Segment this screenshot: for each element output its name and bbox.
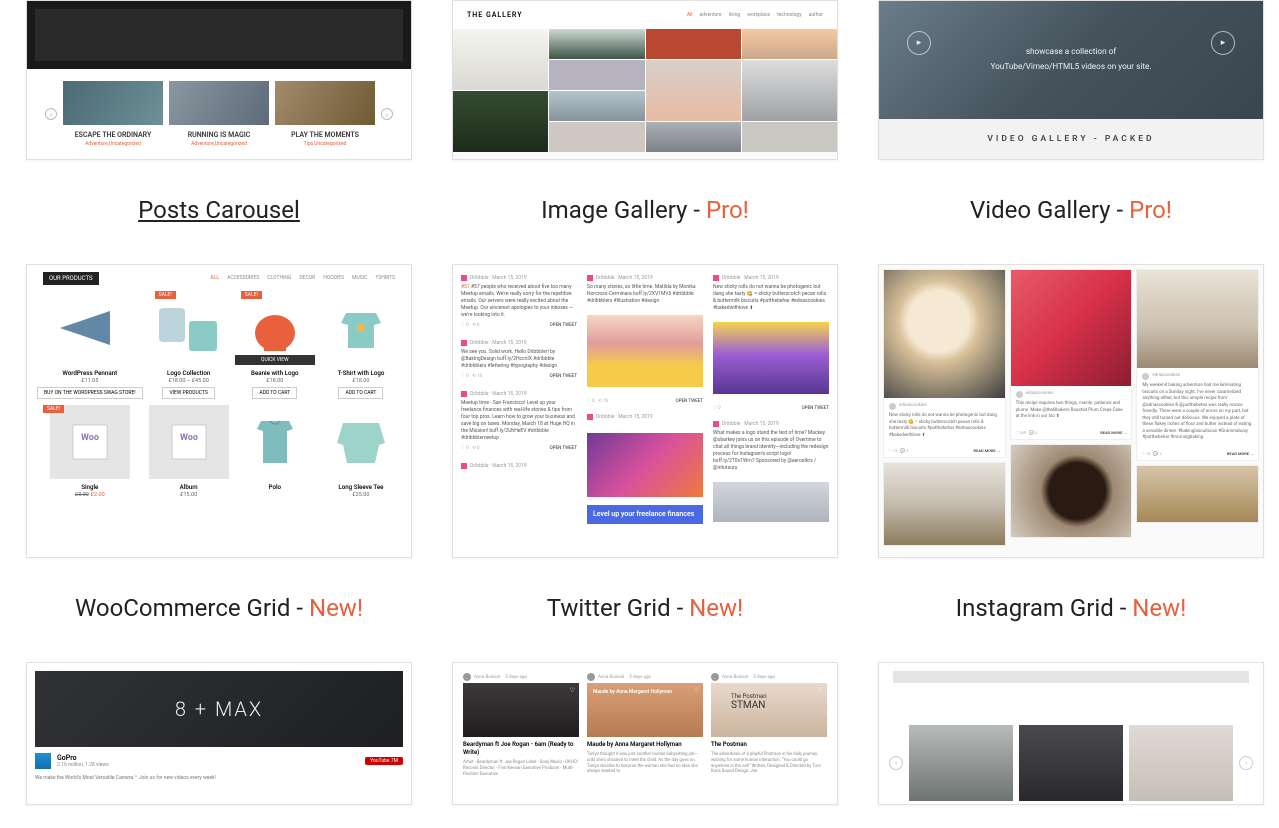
item-title[interactable]: Twitter Grid - New! — [547, 594, 744, 622]
thumb-instagram[interactable]: ednascookiesNew sticky rolls do not wann… — [878, 264, 1264, 558]
thumb-youtube[interactable]: 8 + MAX GoPro2.16 million, 1.28 views Yo… — [26, 662, 412, 805]
grid-item-vimeo: Anna Boissel · 2 days ago♡Beardyman ft J… — [452, 662, 838, 805]
grid-item-posts-carousel: ‹ ESCAPE THE ORDINARY Adventure,Uncatego… — [26, 0, 412, 224]
grid-item-carousel-imgs: ‹ › ● ● ● ● — [878, 662, 1264, 805]
gallery-tabs: Alladventurelivingworkplacetechnologyaut… — [687, 12, 823, 18]
thumb-vimeo[interactable]: Anna Boissel · 2 days ago♡Beardyman ft J… — [452, 662, 838, 805]
card-sub: Adventure,Uncategorized — [191, 141, 247, 147]
grid-item-youtube: 8 + MAX GoPro2.16 million, 1.28 views Yo… — [26, 662, 412, 805]
item-title[interactable]: WooCommerce Grid - New! — [75, 594, 363, 622]
channel-desc: We make the World's Most Versatile Camer… — [27, 771, 411, 785]
grid-item-instagram: ednascookiesNew sticky rolls do not wann… — [878, 264, 1264, 622]
channel-avatar — [35, 753, 51, 769]
template-grid: ‹ ESCAPE THE ORDINARY Adventure,Uncatego… — [26, 0, 1253, 805]
thumb-posts-carousel[interactable]: ‹ ESCAPE THE ORDINARY Adventure,Uncatego… — [26, 0, 412, 160]
item-title[interactable]: Image Gallery - Pro! — [541, 196, 749, 224]
grid-item-image-gallery: THE GALLERY Alladventurelivingworkplacet… — [452, 0, 838, 224]
youtube-banner: 8 + MAX — [35, 671, 403, 747]
thumb-image-gallery[interactable]: THE GALLERY Alladventurelivingworkplacet… — [452, 0, 838, 160]
grid-item-twitter: Dribbble · March 15, 2019#57 #57 people … — [452, 264, 838, 622]
channel-name: GoPro — [57, 754, 109, 762]
video-desc: YouTube/Vimeo/HTML5 videos on your site. — [990, 60, 1151, 75]
thumb-twitter[interactable]: Dribbble · March 15, 2019#57 #57 people … — [452, 264, 838, 558]
carousel-next-icon[interactable]: › — [381, 108, 393, 120]
video-desc: showcase a collection of — [1026, 45, 1116, 60]
thumb-woocommerce[interactable]: OUR PRODUCTS ALLACCESSORIESCLOTHINGDECOR… — [26, 264, 412, 558]
card-title: ESCAPE THE ORDINARY — [75, 131, 152, 139]
woo-header: OUR PRODUCTS — [43, 272, 99, 285]
thumb-carousel-imgs[interactable]: ‹ › ● ● ● ● — [878, 662, 1264, 805]
title-link[interactable]: Posts Carousel — [138, 196, 300, 224]
woo-tabs: ALLACCESSORIESCLOTHINGDECORHOODIESMUSICT… — [210, 275, 395, 281]
carousel-prev-icon[interactable]: ‹ — [889, 756, 903, 770]
item-title[interactable]: Instagram Grid - New! — [956, 594, 1187, 622]
grid-item-woocommerce: OUR PRODUCTS ALLACCESSORIESCLOTHINGDECOR… — [26, 264, 412, 622]
video-caption: VIDEO GALLERY - PACKED — [879, 119, 1263, 159]
grid-item-video-gallery: showcase a collection of YouTube/Vimeo/H… — [878, 0, 1264, 224]
channel-subs: 2.16 million, 1.28 views — [57, 762, 109, 768]
subscribe-button[interactable]: YouTube 7M — [365, 757, 403, 765]
card-title: RUNNING IS MAGIC — [188, 131, 251, 139]
carousel-next-icon[interactable]: › — [1239, 756, 1253, 770]
carousel-prev-icon[interactable]: ‹ — [45, 108, 57, 120]
svg-text:Woo: Woo — [81, 433, 99, 443]
card-title: PLAY THE MOMENTS — [291, 131, 359, 139]
thumb-video-gallery[interactable]: showcase a collection of YouTube/Vimeo/H… — [878, 0, 1264, 160]
card-sub: Adventure,Uncategorized — [85, 141, 141, 147]
card-sub: Tips,Uncategorized — [304, 141, 347, 147]
gallery-logo: THE GALLERY — [467, 11, 523, 19]
item-title[interactable]: Video Gallery - Pro! — [970, 196, 1172, 224]
svg-text:Woo: Woo — [180, 433, 198, 443]
